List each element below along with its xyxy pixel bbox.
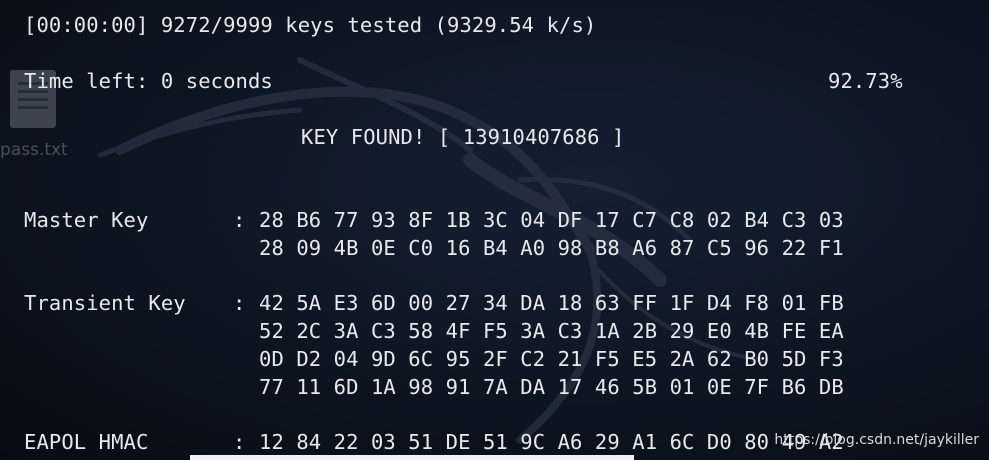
transient-key-row: 52 2C 3A C3 58 4F F5 3A C3 1A 2B 29 E0 4…	[259, 319, 844, 343]
eapol-hmac-row: 12 84 22 03 51 DE 51 9C A6 29 A1 6C D0 8…	[259, 430, 844, 454]
desktop-file-label: pass.txt	[0, 140, 68, 160]
master-key-separator: :	[233, 208, 246, 232]
selection-bar	[190, 455, 634, 460]
watermark-text: https://blog.csdn.net/jaykiller	[774, 432, 979, 448]
transient-key-label: Transient Key	[24, 291, 186, 315]
progress-line: [00:00:00] 9272/9999 keys tested (9329.5…	[24, 13, 597, 37]
eapol-hmac-label: EAPOL HMAC	[24, 430, 149, 454]
master-key-row: 28 B6 77 93 8F 1B 3C 04 DF 17 C7 C8 02 B…	[259, 208, 844, 232]
master-key-row: 28 09 4B 0E C0 16 B4 A0 98 B8 A6 87 C5 9…	[259, 236, 844, 260]
transient-key-row: 77 11 6D 1A 98 91 7A DA 17 46 5B 01 0E 7…	[259, 375, 844, 399]
key-found-message: KEY FOUND! [ 13910407686 ]	[301, 125, 625, 149]
progress-percent: 92.73%	[828, 69, 903, 93]
master-key-label: Master Key	[24, 208, 149, 232]
terminal-window: pass.txt [00:00:00] 9272/9999 keys teste…	[0, 0, 989, 460]
time-left-text: Time left: 0 seconds	[24, 69, 273, 93]
transient-key-separator: :	[233, 291, 246, 315]
eapol-hmac-separator: :	[233, 430, 246, 454]
transient-key-row: 0D D2 04 9D 6C 95 2F C2 21 F5 E5 2A 62 B…	[259, 347, 844, 371]
transient-key-row: 42 5A E3 6D 00 27 34 DA 18 63 FF 1F D4 F…	[259, 291, 844, 315]
